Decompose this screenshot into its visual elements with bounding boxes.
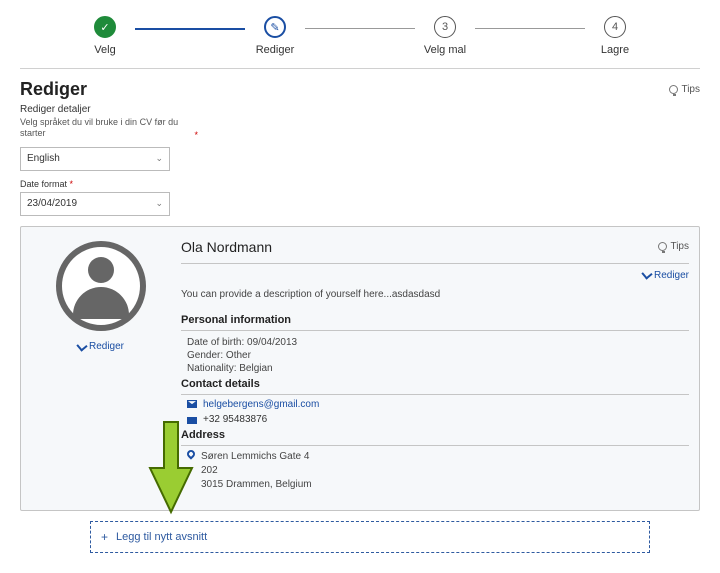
avatar[interactable] <box>56 241 146 331</box>
step-connector <box>475 28 585 29</box>
step-connector <box>305 28 415 29</box>
divider <box>20 68 700 69</box>
tips-link-profile[interactable]: Tips <box>658 241 689 252</box>
step-lagre[interactable]: 4 <box>604 16 626 38</box>
step-label-lagre: Lagre <box>601 44 629 56</box>
dob-label: Date of birth: <box>187 337 244 348</box>
lightbulb-icon <box>658 242 667 251</box>
gender-value: Other <box>226 350 251 361</box>
avatar-placeholder-icon <box>88 257 114 283</box>
tips-label: Tips <box>670 241 689 252</box>
profile-description: You can provide a description of yoursel… <box>181 289 689 300</box>
subhead: Rediger detaljer <box>20 104 700 115</box>
add-section-label: Legg til nytt avsnitt <box>116 531 207 543</box>
profile-card: Rediger Ola Nordmann Tips Rediger You ca… <box>20 226 700 511</box>
plus-icon: + <box>101 530 108 544</box>
language-select[interactable]: English ⌄ <box>20 147 170 171</box>
avatar-placeholder-icon <box>73 287 129 319</box>
address-line1: Søren Lemmichs Gate 4 <box>201 450 312 464</box>
stepper: ✓ Velg ✎ Rediger 3 Velg mal 4 Lagre <box>20 16 700 56</box>
dob-value: 09/04/2013 <box>247 337 297 348</box>
date-format-label: Date format * <box>20 179 700 189</box>
profile-edit-link[interactable]: Rediger <box>181 270 689 281</box>
page-title: Rediger <box>20 79 87 100</box>
phone-value: +32 95483876 <box>203 414 267 425</box>
step-connector <box>135 28 245 30</box>
step-velg-mal[interactable]: 3 <box>434 16 456 38</box>
tips-label: Tips <box>681 84 700 95</box>
section-title-personal: Personal information <box>181 314 689 331</box>
nationality-value: Belgian <box>239 363 272 374</box>
date-format-value: 23/04/2019 <box>27 198 77 209</box>
phone-icon <box>187 414 197 424</box>
pin-icon <box>185 448 196 459</box>
avatar-edit-label: Rediger <box>89 341 124 352</box>
pencil-icon <box>76 340 87 351</box>
step-label-velg-mal: Velg mal <box>424 44 466 56</box>
chevron-down-icon: ⌄ <box>155 153 163 164</box>
profile-edit-label: Rediger <box>654 270 689 281</box>
step-label-velg: Velg <box>94 44 115 56</box>
step-label-rediger: Rediger <box>256 44 295 56</box>
section-title-address: Address <box>181 429 689 446</box>
mail-icon <box>187 400 197 408</box>
gender-label: Gender: <box>187 350 223 361</box>
avatar-edit-link[interactable]: Rediger <box>78 341 124 352</box>
nationality-label: Nationality: <box>187 363 236 374</box>
language-value: English <box>27 153 60 164</box>
section-title-contact: Contact details <box>181 378 689 395</box>
address-line2: 202 <box>201 464 312 478</box>
step-velg[interactable]: ✓ <box>94 16 116 38</box>
profile-name: Ola Nordmann <box>181 239 272 255</box>
tips-link-page[interactable]: Tips <box>669 84 700 95</box>
date-format-select[interactable]: 23/04/2019 ⌄ <box>20 192 170 216</box>
lightbulb-icon <box>669 85 678 94</box>
pencil-icon <box>641 268 652 279</box>
step-rediger[interactable]: ✎ <box>264 16 286 38</box>
language-hint: Velg språket du vil bruke i din CV før d… <box>20 117 190 139</box>
address-line3: 3015 Drammen, Belgium <box>201 478 312 492</box>
email-link[interactable]: helgebergens@gmail.com <box>203 399 319 410</box>
chevron-down-icon: ⌄ <box>155 198 163 209</box>
add-section-button[interactable]: + Legg til nytt avsnitt <box>90 521 650 553</box>
